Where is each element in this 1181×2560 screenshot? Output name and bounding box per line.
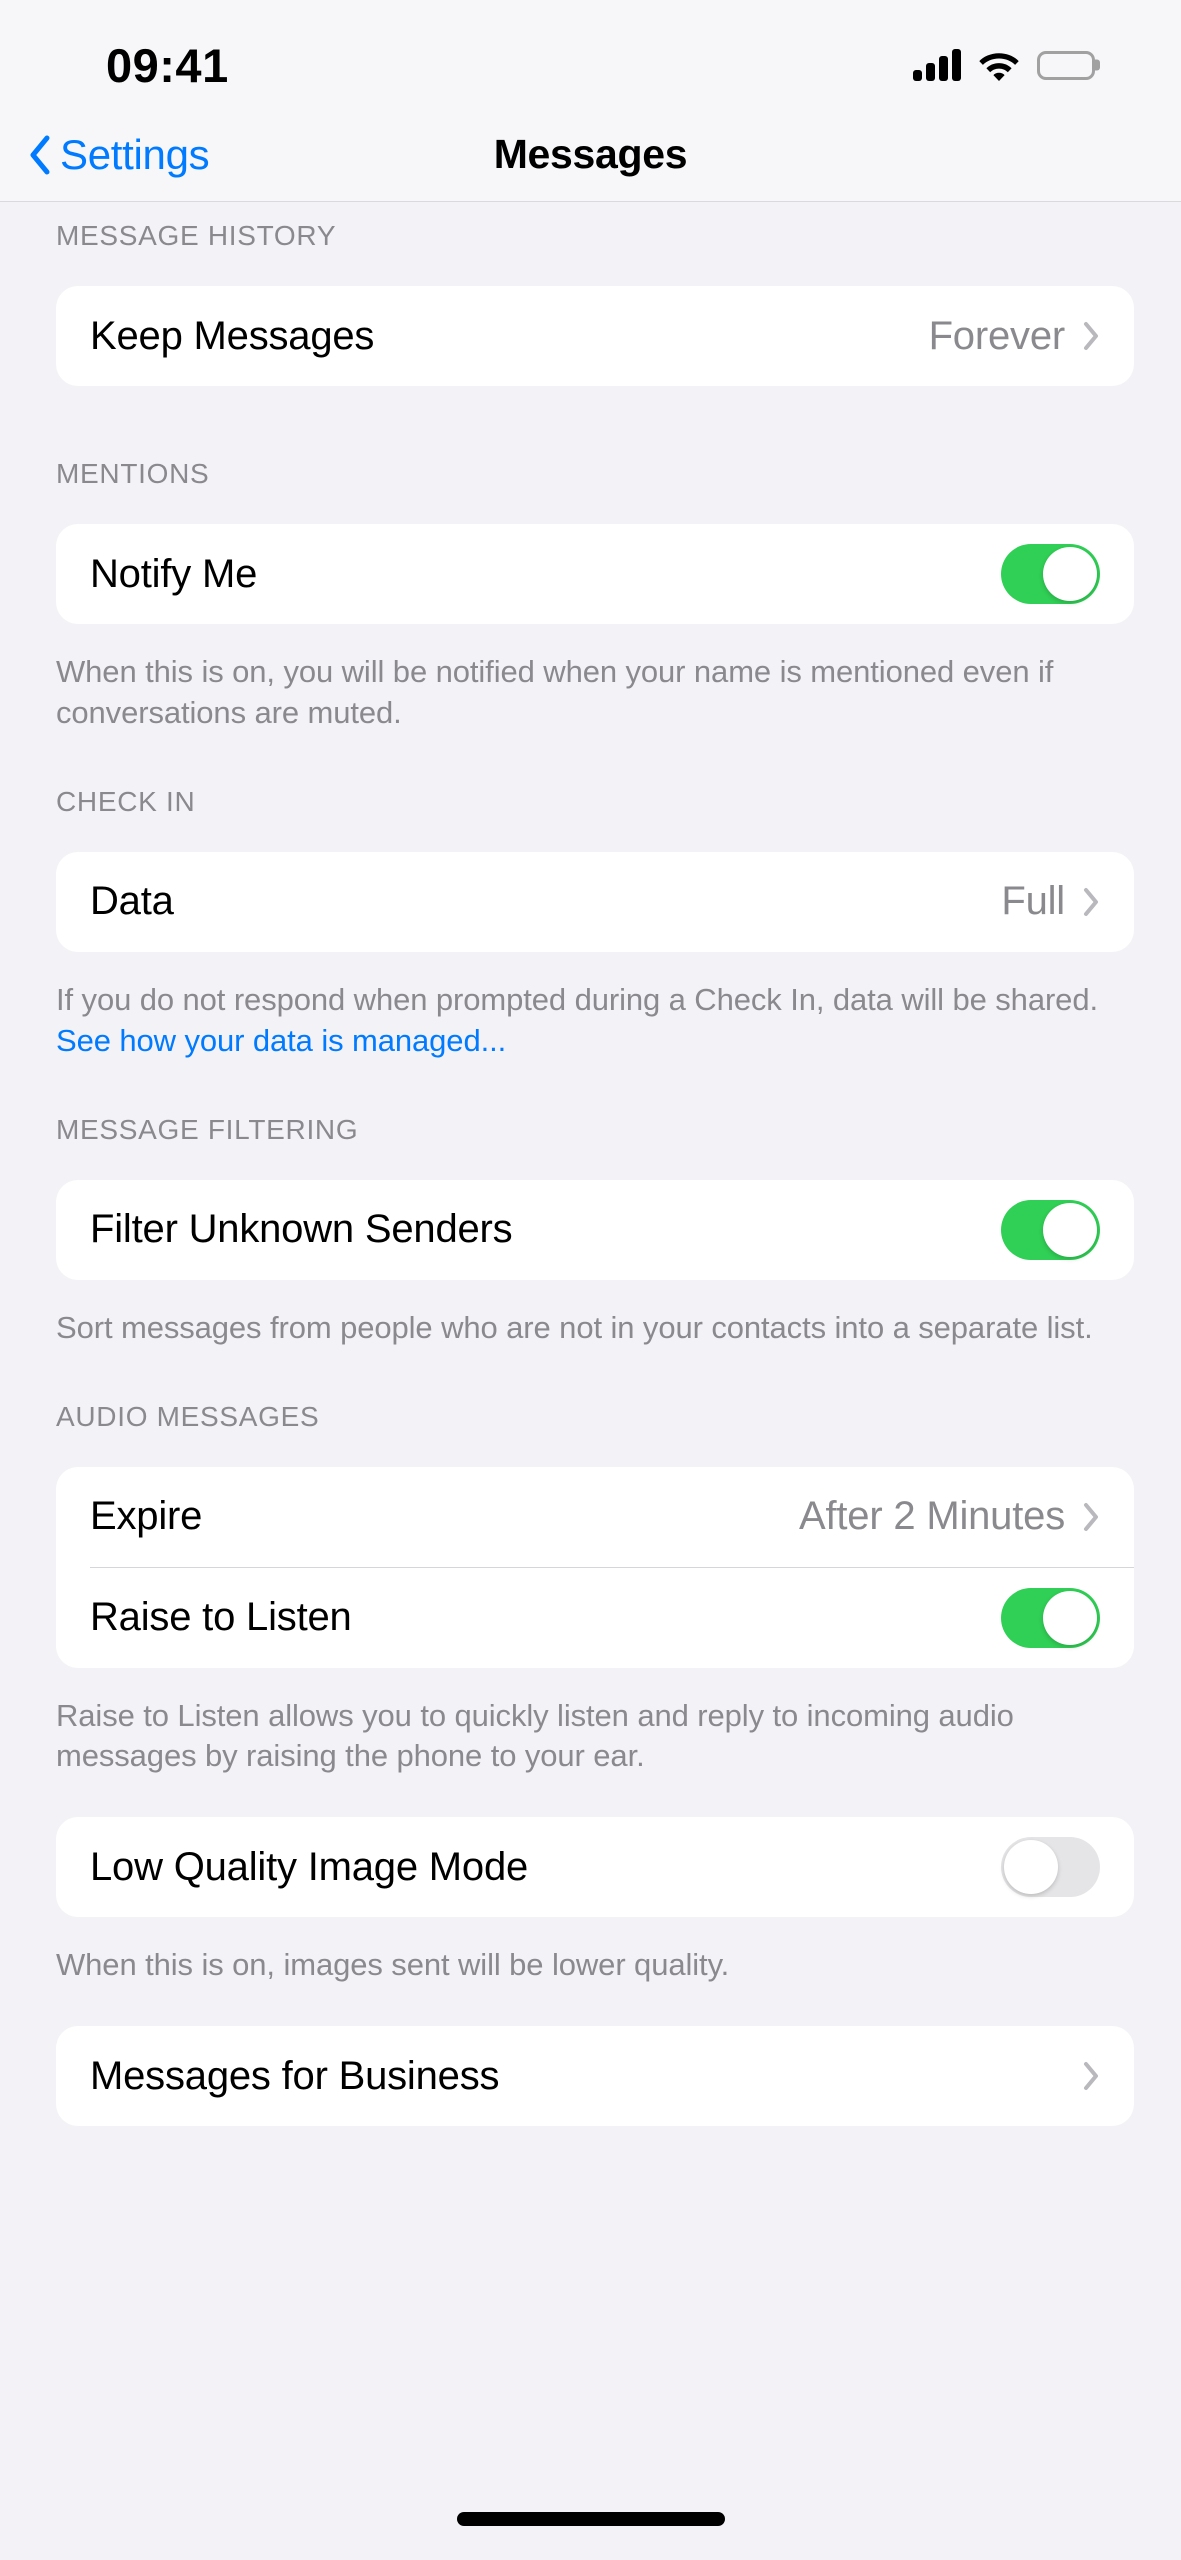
chevron-right-icon	[1083, 1502, 1100, 1532]
section-header-audio-messages: AUDIO MESSAGES	[56, 1400, 320, 1432]
status-bar-icons	[913, 49, 1095, 81]
section-card-message-filtering: Filter Unknown Senders	[56, 1179, 1134, 1280]
section-card-mentions: Notify Me	[56, 524, 1134, 624]
status-bar-time: 09:41	[106, 38, 229, 92]
section-header-message-filtering: MESSAGE FILTERING	[56, 1113, 359, 1145]
row-value: Full	[1001, 879, 1065, 924]
footnote-audio-messages: Raise to Listen allows you to quickly li…	[56, 1697, 1014, 1774]
footnote-low-quality-image-mode: When this is on, images sent will be low…	[56, 1947, 730, 1983]
chevron-right-icon	[1083, 2061, 1100, 2091]
row-raise-to-listen[interactable]: Raise to Listen	[56, 1568, 1134, 1668]
row-label: Notify Me	[90, 551, 258, 596]
chevron-right-icon	[1083, 887, 1100, 917]
footnote-text: If you do not respond when prompted duri…	[56, 981, 1098, 1017]
row-expire[interactable]: Expire After 2 Minutes	[56, 1467, 1134, 1567]
wifi-icon	[978, 49, 1020, 81]
home-indicator	[456, 2512, 725, 2526]
footnote-mentions: When this is on, you will be notified wh…	[56, 654, 1054, 730]
section-card-audio-messages: Expire After 2 Minutes Raise to Listen	[56, 1466, 1134, 1668]
status-bar: 09:41	[0, 0, 1181, 108]
row-value: After 2 Minutes	[798, 1494, 1065, 1539]
row-label: Raise to Listen	[90, 1595, 352, 1640]
row-label: Messages for Business	[90, 2053, 500, 2098]
toggle-low-quality-image-mode[interactable]	[1001, 1837, 1100, 1898]
row-label: Filter Unknown Senders	[90, 1207, 513, 1252]
footnote-message-filtering: Sort messages from people who are not in…	[56, 1309, 1093, 1345]
row-notify-me[interactable]: Notify Me	[56, 524, 1134, 624]
chevron-left-icon	[28, 135, 50, 175]
section-card-check-in: Data Full	[56, 851, 1134, 952]
section-header-message-history: MESSAGE HISTORY	[56, 220, 337, 251]
row-filter-unknown-senders[interactable]: Filter Unknown Senders	[56, 1180, 1134, 1280]
toggle-notify-me[interactable]	[1001, 544, 1100, 604]
data-management-link[interactable]: See how your data is managed...	[56, 1023, 506, 1058]
row-low-quality-image-mode[interactable]: Low Quality Image Mode	[56, 1817, 1134, 1917]
navigation-bar: Settings Messages	[0, 108, 1181, 202]
section-card-message-history: Keep Messages Forever	[56, 286, 1134, 386]
section-card-messages-for-business: Messages for Business	[56, 2026, 1134, 2127]
footnote-check-in: If you do not respond when prompted duri…	[0, 980, 1181, 1062]
section-card-low-quality-image-mode: Low Quality Image Mode	[56, 1817, 1134, 1918]
cellular-signal-icon	[913, 49, 961, 81]
settings-list: MESSAGE HISTORY Keep Messages Forever ME…	[0, 202, 1181, 2560]
row-label: Data	[90, 879, 174, 924]
back-button[interactable]: Settings	[0, 130, 210, 179]
back-button-label: Settings	[60, 130, 210, 178]
row-value: Forever	[928, 313, 1066, 358]
row-label: Keep Messages	[90, 313, 375, 358]
row-messages-for-business[interactable]: Messages for Business	[56, 2026, 1134, 2126]
section-header-mentions: MENTIONS	[56, 458, 210, 489]
toggle-filter-unknown-senders[interactable]	[1001, 1199, 1100, 1260]
battery-icon	[1037, 50, 1095, 80]
toggle-raise-to-listen[interactable]	[1001, 1587, 1100, 1648]
row-label: Low Quality Image Mode	[90, 1844, 529, 1889]
chevron-right-icon	[1083, 321, 1100, 351]
row-keep-messages[interactable]: Keep Messages Forever	[56, 286, 1134, 386]
row-data[interactable]: Data Full	[56, 852, 1134, 952]
row-label: Expire	[90, 1494, 203, 1539]
section-header-check-in: CHECK IN	[56, 785, 196, 817]
